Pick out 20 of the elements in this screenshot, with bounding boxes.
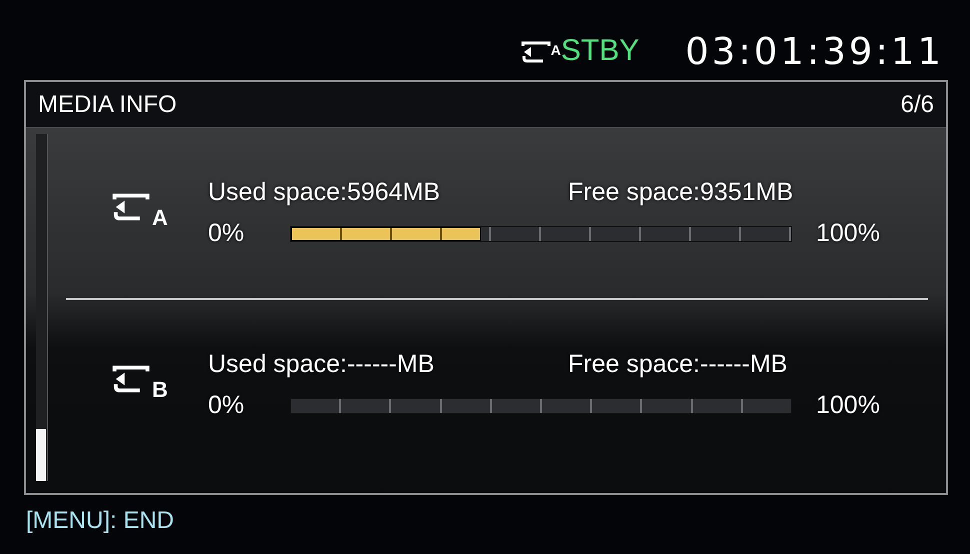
status-text: STBY bbox=[560, 36, 640, 66]
panel-title: MEDIA INFO bbox=[38, 90, 177, 120]
free-space-text: Free space:9351MB bbox=[568, 176, 794, 208]
page-indicator: 6/6 bbox=[900, 90, 934, 120]
menu-hint: [MENU]: END bbox=[25, 506, 176, 536]
used-space-text: Used space:------MB bbox=[208, 348, 436, 380]
free-space-text: Free space:------MB bbox=[568, 348, 788, 380]
memory-card-icon bbox=[112, 192, 150, 220]
slot-label: B bbox=[152, 376, 168, 404]
memory-card-icon bbox=[112, 364, 150, 392]
max-label: 100% bbox=[816, 390, 880, 421]
max-label: 100% bbox=[816, 218, 880, 249]
scroll-thumb bbox=[36, 429, 46, 481]
used-space-text: Used space:5964MB bbox=[208, 176, 442, 208]
slot-label: A bbox=[550, 40, 561, 60]
min-label: 0% bbox=[208, 390, 246, 421]
memory-card-icon bbox=[520, 40, 551, 62]
timecode: 03:01:39:11 bbox=[685, 32, 944, 70]
slot-label: A bbox=[152, 204, 168, 232]
min-label: 0% bbox=[208, 218, 246, 249]
